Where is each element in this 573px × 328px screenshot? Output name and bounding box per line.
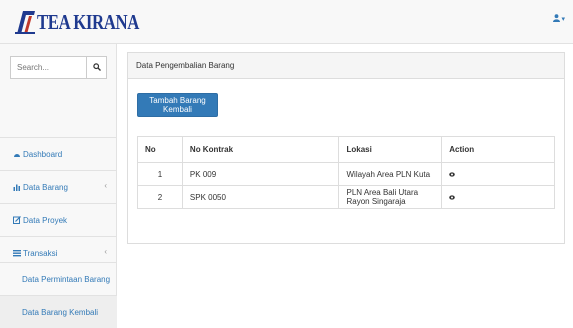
view-icon[interactable] [449,170,456,177]
search-button[interactable] [86,57,106,78]
data-table: No No Kontrak Lokasi Action 1 PK 009 Wil… [137,136,555,209]
cell-no-kontrak: PK 009 [181,162,340,186]
cell-no: 1 [137,162,183,186]
table-row: 2 SPK 0050 PLN Area Bali Utara Rayon Sin… [137,185,555,209]
sidebar-item-label: Transaksi [23,248,58,258]
sidebar-subitem-data-permintaan-barang[interactable]: Data Permintaan Barang [0,262,117,295]
top-navbar: TEA KIRANA ▾ [0,0,573,44]
cell-lokasi: PLN Area Bali Utara Rayon Singaraja [338,185,443,209]
sidebar-subitem-label: Data Permintaan Barang [22,274,111,284]
panel-heading: Data Pengembalian Barang [128,53,564,79]
search-input[interactable] [11,57,86,78]
column-header-action[interactable]: Action [441,136,555,163]
chevron-down-icon: ▾ [561,16,565,23]
sidebar-item-data-proyek[interactable]: Data Proyek [0,203,117,236]
cell-action [441,185,555,209]
tea-kirana-logo-icon [14,9,36,35]
user-icon [553,14,561,24]
sidebar-subitem-data-barang-kembali[interactable]: Data Barang Kembali [0,295,117,328]
sidebar-item-label: Dashboard [23,149,63,159]
column-header-lokasi[interactable]: Lokasi [338,136,443,163]
add-barang-kembali-button[interactable]: Tambah Barang Kembali [137,93,218,117]
chevron-left-icon: ‹ [104,181,107,190]
cell-no-kontrak: SPK 0050 [181,185,340,209]
dashboard-icon [12,150,21,159]
sidebar-item-data-barang[interactable]: Data Barang ‹ [0,170,117,203]
column-header-no[interactable]: No [137,136,183,163]
edit-icon [12,216,21,225]
table-header-row: No No Kontrak Lokasi Action [137,136,555,163]
cell-action [441,162,555,186]
sidebar-item-label: Data Proyek [23,215,68,225]
sidebar-item-dashboard[interactable]: Dashboard [0,137,117,170]
sidebar-item-label: Data Barang [23,182,68,192]
cell-lokasi: Wilayah Area PLN Kuta [338,162,443,186]
list-icon [12,249,21,258]
bar-chart-icon [12,183,21,192]
table-row: 1 PK 009 Wilayah Area PLN Kuta [137,162,555,186]
column-header-no-kontrak[interactable]: No Kontrak [181,136,340,163]
cell-no: 2 [137,185,183,209]
user-menu-button[interactable]: ▾ [553,14,565,24]
chevron-left-icon: ‹ [104,247,107,256]
content-panel: Data Pengembalian Barang Tambah Barang K… [127,52,565,244]
sidebar-search [10,56,107,79]
view-icon[interactable] [449,193,456,200]
sidebar-subitem-label: Data Barang Kembali [22,307,99,317]
panel-title: Data Pengembalian Barang [136,61,235,70]
brand-name: TEA KIRANA [37,9,139,34]
search-icon [92,62,101,73]
brand-logo[interactable]: TEA KIRANA [14,8,164,36]
